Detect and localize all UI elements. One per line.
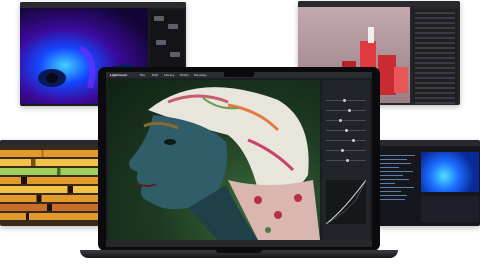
node[interactable] [168, 24, 178, 29]
track[interactable] [0, 168, 104, 175]
adjustment-slider[interactable] [326, 139, 366, 142]
develop-inspector [322, 80, 370, 240]
laptop-lid: Lightroom File Edit Library Photo Develo… [98, 67, 380, 251]
window-titlebar [377, 140, 480, 146]
adjustment-slider[interactable] [326, 99, 366, 102]
menu-app-name[interactable]: Lightroom [110, 72, 127, 78]
adjustment-slider[interactable] [326, 129, 366, 132]
track[interactable] [0, 195, 104, 202]
3d-object [394, 67, 408, 93]
adjustment-slider[interactable] [326, 149, 366, 152]
slider-knob[interactable] [342, 99, 346, 102]
menu-develop[interactable]: Develop [194, 72, 206, 78]
properties-panel [412, 9, 458, 104]
filmstrip-toolbar[interactable] [106, 240, 372, 247]
track[interactable] [0, 150, 104, 157]
menu-photo[interactable]: Photo [180, 72, 189, 78]
3d-object [368, 27, 374, 43]
menu-file[interactable]: File [140, 72, 145, 78]
track[interactable] [0, 186, 104, 193]
data-table [421, 196, 479, 222]
slider-knob[interactable] [344, 129, 348, 132]
menu-library[interactable]: Library [164, 72, 175, 78]
laptop-screen: Lightroom File Edit Library Photo Develo… [106, 72, 372, 247]
window-titlebar [0, 140, 104, 146]
track[interactable] [0, 204, 104, 211]
track[interactable] [0, 177, 104, 184]
data-visualization [421, 152, 479, 192]
photo-canvas[interactable] [108, 80, 320, 240]
laptop-opening-lip [216, 250, 262, 253]
slider-knob[interactable] [346, 159, 350, 162]
slider-knob[interactable] [338, 119, 342, 122]
laptop: Lightroom File Edit Library Photo Develo… [80, 67, 398, 259]
portrait-image [129, 87, 320, 240]
node[interactable] [154, 16, 164, 21]
track[interactable] [0, 213, 104, 220]
adjustment-slider[interactable] [326, 109, 366, 112]
adjustment-slider[interactable] [326, 159, 366, 162]
slider-knob[interactable] [348, 109, 352, 112]
camera-notch [224, 72, 254, 77]
adjustment-slider[interactable] [326, 119, 366, 122]
node[interactable] [170, 52, 180, 57]
track[interactable] [0, 159, 104, 166]
data-app-window [377, 140, 480, 226]
code-editor[interactable] [379, 152, 419, 222]
menu-edit[interactable]: Edit [152, 72, 158, 78]
slider-knob[interactable] [351, 139, 355, 142]
tone-curve[interactable] [325, 179, 367, 225]
node[interactable] [156, 40, 166, 45]
timeline-app-window [0, 140, 104, 226]
slider-knob[interactable] [340, 149, 344, 152]
